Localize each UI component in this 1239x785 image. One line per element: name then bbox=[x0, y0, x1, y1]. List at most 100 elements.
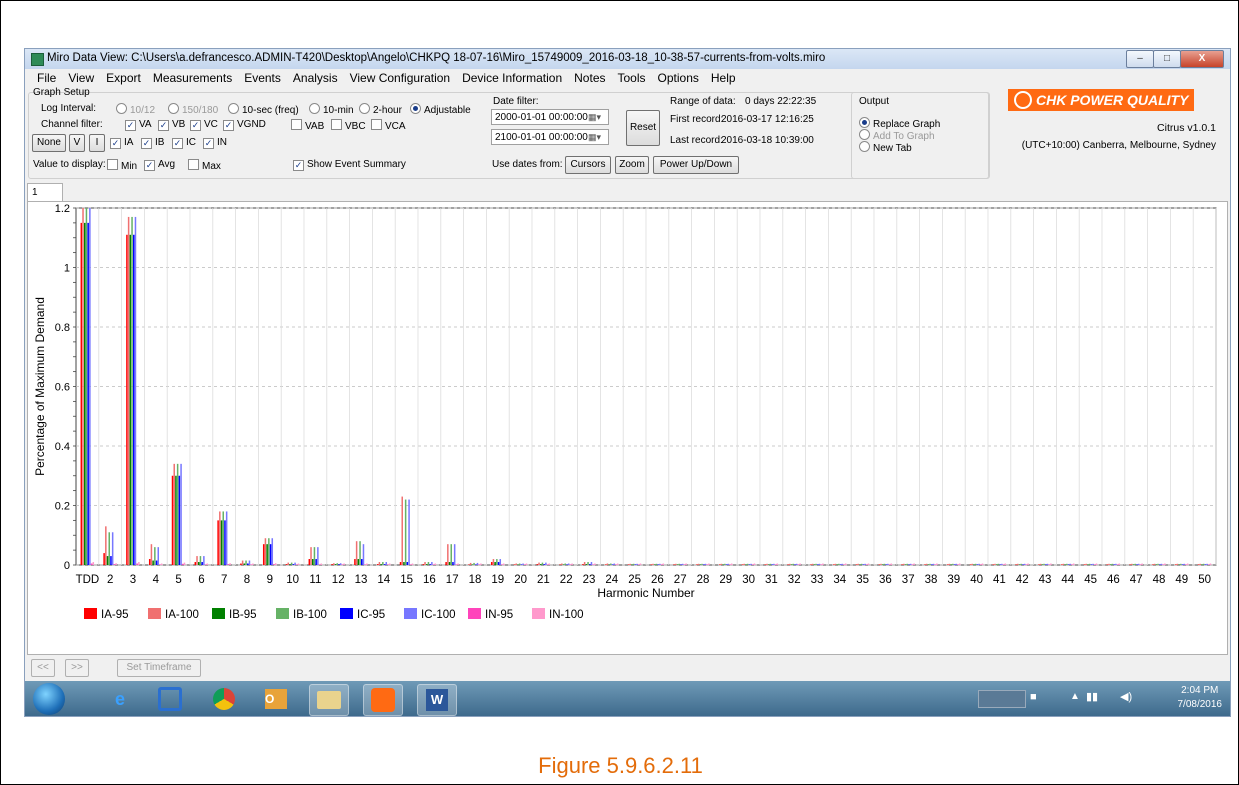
outlook-icon[interactable]: O bbox=[257, 684, 295, 714]
windows-start-icon[interactable] bbox=[33, 683, 65, 715]
menu-events[interactable]: Events bbox=[238, 69, 287, 87]
channel-none-button[interactable]: None bbox=[32, 134, 66, 152]
menu-analysis[interactable]: Analysis bbox=[287, 69, 344, 87]
value-avg[interactable]: ✓ Avg bbox=[144, 159, 175, 171]
network-icon[interactable]: ▮▮ bbox=[1086, 690, 1098, 703]
log-option-10sec[interactable]: 10-sec (freq) bbox=[228, 103, 299, 116]
cursors-button[interactable]: Cursors bbox=[565, 156, 611, 174]
bar bbox=[843, 564, 845, 566]
channel-vc[interactable]: ✓ VC bbox=[190, 119, 218, 131]
channel-v-button[interactable]: V bbox=[69, 134, 85, 152]
menu-options[interactable]: Options bbox=[652, 69, 705, 87]
menu-file[interactable]: File bbox=[31, 69, 62, 87]
bar bbox=[676, 564, 679, 566]
bar bbox=[839, 564, 842, 566]
bar bbox=[1139, 564, 1142, 566]
menu-help[interactable]: Help bbox=[705, 69, 742, 87]
tab-1[interactable]: 1 bbox=[27, 183, 63, 201]
media-player-icon[interactable] bbox=[151, 684, 189, 714]
bar bbox=[653, 564, 656, 566]
channel-vbc[interactable]: VBC bbox=[331, 119, 366, 132]
output-new-tab[interactable]: New Tab bbox=[859, 141, 912, 154]
date-from-picker[interactable]: 2000-01-01 00:00:00 ▦▾ bbox=[491, 109, 609, 125]
show-event-summary[interactable]: ✓ Show Event Summary bbox=[293, 159, 406, 171]
bar bbox=[722, 564, 724, 566]
menu-measurements[interactable]: Measurements bbox=[147, 69, 238, 87]
log-option-150-180[interactable]: 150/180 bbox=[168, 103, 218, 116]
bar bbox=[134, 216, 137, 566]
bar bbox=[220, 520, 223, 565]
x-tick-label: 14 bbox=[377, 574, 390, 586]
bar bbox=[564, 563, 566, 565]
tray-overflow-box[interactable] bbox=[978, 690, 1026, 708]
bar bbox=[388, 563, 391, 565]
channel-va[interactable]: ✓ VA bbox=[125, 119, 152, 131]
chrome-icon[interactable] bbox=[205, 684, 243, 714]
menu-export[interactable]: Export bbox=[100, 69, 147, 87]
bar bbox=[592, 564, 594, 566]
bar bbox=[936, 563, 938, 565]
ie-icon[interactable]: e bbox=[101, 684, 139, 714]
value-max[interactable]: Max bbox=[188, 159, 221, 172]
log-option-2hour[interactable]: 2-hour bbox=[359, 103, 402, 116]
prev-button[interactable]: << bbox=[31, 659, 55, 677]
bar bbox=[813, 564, 816, 566]
bar bbox=[866, 564, 868, 566]
log-option-10-12[interactable]: 10/12 bbox=[116, 103, 155, 116]
bar bbox=[404, 499, 407, 565]
set-timeframe-button[interactable]: Set Timeframe bbox=[117, 659, 201, 677]
next-button[interactable]: >> bbox=[65, 659, 89, 677]
bar bbox=[240, 563, 242, 565]
channel-ic[interactable]: ✓ IC bbox=[172, 137, 196, 149]
channel-ia[interactable]: ✓ IA bbox=[110, 137, 133, 149]
bar bbox=[1038, 564, 1040, 566]
miro-app-icon[interactable] bbox=[363, 684, 403, 716]
zoom-button[interactable]: Zoom bbox=[615, 156, 649, 174]
clock[interactable]: 2:04 PM 7/08/2016 bbox=[1178, 684, 1223, 712]
x-tick-label: 3 bbox=[130, 574, 136, 586]
bar bbox=[1004, 563, 1007, 565]
calendar-dropdown-icon[interactable]: ▦▾ bbox=[588, 132, 606, 142]
bar bbox=[832, 564, 835, 566]
volume-icon[interactable]: ◀) bbox=[1120, 690, 1132, 703]
bar bbox=[111, 532, 114, 565]
bar bbox=[1001, 563, 1003, 565]
channel-ib[interactable]: ✓ IB bbox=[141, 137, 164, 149]
bar bbox=[932, 563, 935, 565]
power-up-down-button[interactable]: Power Up/Down bbox=[653, 156, 739, 174]
menu-view-configuration[interactable]: View Configuration bbox=[344, 69, 457, 87]
window-title: Miro Data View: C:\Users\a.defrancesco.A… bbox=[47, 52, 826, 64]
menu-view[interactable]: View bbox=[62, 69, 100, 87]
menu-device-information[interactable]: Device Information bbox=[456, 69, 568, 87]
log-option-adjustable[interactable]: Adjustable bbox=[410, 103, 471, 116]
word-icon[interactable]: W bbox=[417, 684, 457, 716]
bar bbox=[196, 556, 198, 565]
tray-arrow-icon[interactable]: ▲ bbox=[1070, 691, 1080, 702]
battery-icon[interactable]: ■ bbox=[1030, 691, 1037, 703]
bar bbox=[992, 564, 995, 566]
calendar-dropdown-icon[interactable]: ▦▾ bbox=[588, 112, 606, 122]
menu-notes[interactable]: Notes bbox=[568, 69, 611, 87]
bar bbox=[1085, 563, 1087, 565]
file-explorer-icon[interactable] bbox=[309, 684, 349, 716]
channel-vab[interactable]: VAB bbox=[291, 119, 324, 132]
bar bbox=[810, 564, 812, 566]
value-min[interactable]: Min bbox=[107, 159, 137, 172]
date-to-picker[interactable]: 2100-01-01 00:00:00 ▦▾ bbox=[491, 129, 609, 145]
chart-panel: 0 0.2 0.4 0.6 0.8 1 1.2 TDD 2 3 4 5 6 7 8 9 10 11 12 13 14 15… bbox=[27, 201, 1228, 655]
reset-button[interactable]: Reset bbox=[626, 110, 660, 146]
channel-vb[interactable]: ✓ VB bbox=[158, 119, 185, 131]
channel-vgnd[interactable]: ✓ VGND bbox=[223, 119, 266, 131]
menu-tools[interactable]: Tools bbox=[612, 69, 652, 87]
channel-i-button[interactable]: I bbox=[89, 134, 105, 152]
close-button[interactable]: X bbox=[1180, 50, 1224, 68]
log-option-10min[interactable]: 10-min bbox=[309, 103, 354, 116]
x-tick-label: 24 bbox=[605, 574, 618, 586]
channel-in[interactable]: ✓ IN bbox=[203, 137, 227, 149]
minimize-button[interactable]: – bbox=[1126, 50, 1154, 68]
x-tick-label: 5 bbox=[175, 574, 181, 586]
title-bar[interactable]: Miro Data View: C:\Users\a.defrancesco.A… bbox=[25, 49, 1230, 69]
bar bbox=[310, 547, 312, 565]
maximize-button[interactable]: □ bbox=[1153, 50, 1181, 68]
channel-vca[interactable]: VCA bbox=[371, 119, 406, 132]
